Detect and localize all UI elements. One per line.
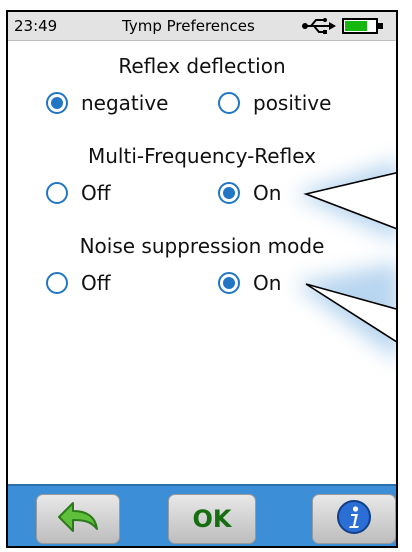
- device-screen: 23:49 Tymp Preferences Reflex deflection…: [6, 10, 398, 548]
- callout-arrows: [294, 161, 396, 360]
- info-button[interactable]: [312, 494, 396, 544]
- ok-button[interactable]: OK: [168, 494, 256, 544]
- info-icon: [336, 499, 372, 539]
- bottom-toolbar: OK: [8, 484, 396, 546]
- multi-frequency-callout: [294, 161, 396, 241]
- back-arrow-icon: [55, 499, 101, 539]
- back-button[interactable]: [36, 494, 120, 544]
- noise-suppression-callout: [294, 262, 396, 360]
